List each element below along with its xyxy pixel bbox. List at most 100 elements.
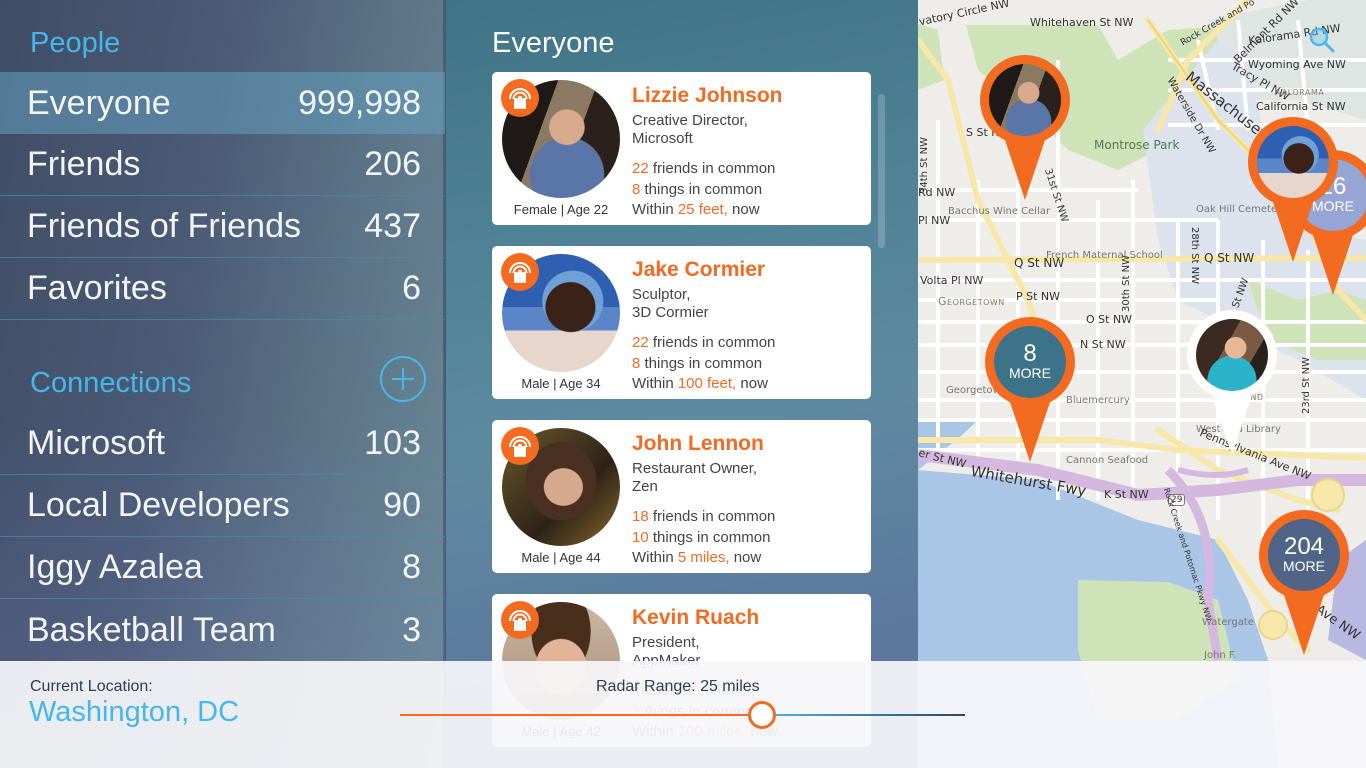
sidebar-item-label: Microsoft (27, 424, 165, 462)
role-title: Creative Director, (632, 112, 748, 129)
person-stats: 18 friends in common 10 things in common… (632, 507, 775, 569)
sidebar-item-everyone[interactable]: Everyone 999,998 (0, 72, 445, 134)
sidebar-item-label: Everyone (27, 83, 171, 122)
sidebar-item-label: Friends of Friends (27, 207, 301, 245)
sidebar-item-count: 999,998 (298, 83, 421, 122)
radar-range-slider[interactable] (400, 701, 965, 731)
person-card[interactable]: Male | Age 34 Jake Cormier Sculptor, 3D … (492, 246, 871, 399)
map-label: California St NW (1256, 100, 1346, 113)
sidebar-item-label: Friends (27, 145, 141, 183)
slider-thumb[interactable] (748, 701, 776, 729)
sidebar-item-count: 206 (364, 145, 421, 183)
map-label: Pl NW (918, 214, 951, 227)
cluster-more-label: MORE (1283, 558, 1325, 574)
radar-badge-icon (501, 427, 539, 465)
sidebar-item-microsoft[interactable]: Microsoft 103 (0, 413, 445, 475)
map-label: Bluemercury (1066, 395, 1130, 406)
gender-age: Male | Age 44 (521, 550, 601, 565)
things-in-common: 8 things in common (632, 354, 763, 372)
map-label: Watergate (1202, 617, 1254, 628)
sidebar-item-count: 90 (383, 486, 421, 524)
sidebar-item-label: Basketball Team (27, 610, 276, 649)
cluster-count: 204 (1283, 533, 1325, 560)
sidebar-item-iggy-azalea[interactable]: Iggy Azalea 8 (0, 537, 445, 599)
map-label: Volta Pl NW (920, 274, 984, 287)
cluster-count: 8 (1023, 340, 1037, 367)
map-label: 23rd St NW (1301, 356, 1313, 415)
things-in-common: 8 things in common (632, 180, 763, 198)
map-label: Bacchus Wine Cellar (948, 206, 1051, 217)
role-title: President, (632, 634, 700, 651)
role-title: Sculptor, (632, 286, 691, 303)
role-company: Zen (632, 478, 658, 495)
distance: Within 100 feet, now (632, 375, 768, 392)
pin-avatar (1196, 319, 1268, 391)
map-label: Q St NW (1204, 251, 1255, 265)
cluster-badge: 204 MORE (1268, 519, 1340, 591)
slider-track-remaining (762, 714, 965, 716)
map-label: Kalorama (1274, 85, 1325, 98)
list-scrollbar[interactable] (878, 94, 885, 248)
sidebar-item-friends-of-friends[interactable]: Friends of Friends 437 (0, 196, 445, 258)
person-card[interactable]: Female | Age 22 Lizzie Johnson Creative … (492, 72, 871, 225)
person-stats: 22 friends in common 8 things in common … (632, 159, 775, 221)
person-name: Lizzie Johnson (632, 84, 783, 107)
people-header: People (30, 27, 121, 59)
map-label: 28th St NW (1188, 227, 1200, 284)
current-location-label: Current Location: (30, 678, 153, 695)
map-label: Georgetown (938, 295, 1005, 308)
map-label: French Maternal School (1046, 250, 1163, 261)
gender-age: Female | Age 22 (513, 202, 609, 217)
map-label: 30th St NW (1120, 255, 1132, 312)
person-role: Creative Director, Microsoft (632, 112, 748, 148)
map-view[interactable]: vatory Circle NW Whitehaven St NW Rock C… (918, 0, 1366, 768)
friends-in-common: 18 friends in common (632, 508, 776, 525)
role-title: Restaurant Owner, (632, 460, 758, 477)
map-label: Cannon Seafood (1066, 455, 1149, 466)
connections-header: Connections (30, 367, 192, 399)
distance: Within 25 feet, now (632, 201, 760, 218)
sidebar-item-favorites[interactable]: Favorites 6 (0, 258, 445, 320)
avatar-container (501, 79, 620, 198)
gender-age: Male | Age 34 (521, 376, 601, 391)
map-label: O St NW (1086, 313, 1133, 326)
sidebar-item-count: 437 (364, 207, 421, 245)
cluster-more-label: MORE (1009, 365, 1051, 381)
sidebar: People Everyone 999,998 Friends 206 Frie… (0, 0, 445, 768)
map-label: Oak Hill Cemetery (1196, 204, 1288, 215)
map-label: John F. (1204, 650, 1237, 661)
sidebar-item-count: 6 (402, 269, 421, 307)
person-card[interactable]: Male | Age 44 John Lennon Restaurant Own… (492, 420, 871, 573)
avatar-container (501, 253, 620, 372)
person-name: John Lennon (632, 432, 764, 455)
radar-badge-icon (501, 601, 539, 639)
pin-avatar (1257, 126, 1329, 198)
map-label: K St NW (1104, 488, 1149, 501)
people-list-panel: Everyone Female | Age 22 Lizzie Johnson … (446, 0, 918, 768)
sidebar-item-friends[interactable]: Friends 206 (0, 134, 445, 196)
radar-range-label: Radar Range: 25 miles (596, 678, 760, 695)
person-name: Jake Cormier (632, 258, 766, 281)
person-stats: 22 friends in common 8 things in common … (632, 333, 775, 395)
pin-avatar (989, 64, 1061, 136)
map-label: Montrose Park (1094, 138, 1180, 152)
current-location-value[interactable]: Washington, DC (29, 696, 239, 729)
map-label: Rd NW (918, 186, 956, 199)
sidebar-item-basketball-team[interactable]: Basketball Team 3 (0, 599, 445, 661)
role-company: Microsoft (632, 130, 693, 147)
search-icon[interactable] (1308, 26, 1336, 54)
add-connection-button[interactable] (380, 356, 426, 402)
map-label: P St NW (1016, 290, 1061, 303)
distance: Within 5 miles, now (632, 549, 762, 566)
role-company: 3D Cormier (632, 304, 709, 321)
cluster-badge: 8 MORE (994, 326, 1066, 398)
things-in-common: 10 things in common (632, 528, 771, 546)
list-title: Everyone (492, 27, 615, 59)
sidebar-item-count: 3 (402, 610, 421, 649)
sidebar-item-count: 8 (402, 548, 421, 586)
radar-badge-icon (501, 253, 539, 291)
friends-in-common: 22 friends in common (632, 160, 776, 177)
bottom-bar: Current Location: Washington, DC Radar R… (0, 661, 1366, 768)
sidebar-item-label: Favorites (27, 269, 167, 307)
sidebar-item-local-developers[interactable]: Local Developers 90 (0, 475, 445, 537)
